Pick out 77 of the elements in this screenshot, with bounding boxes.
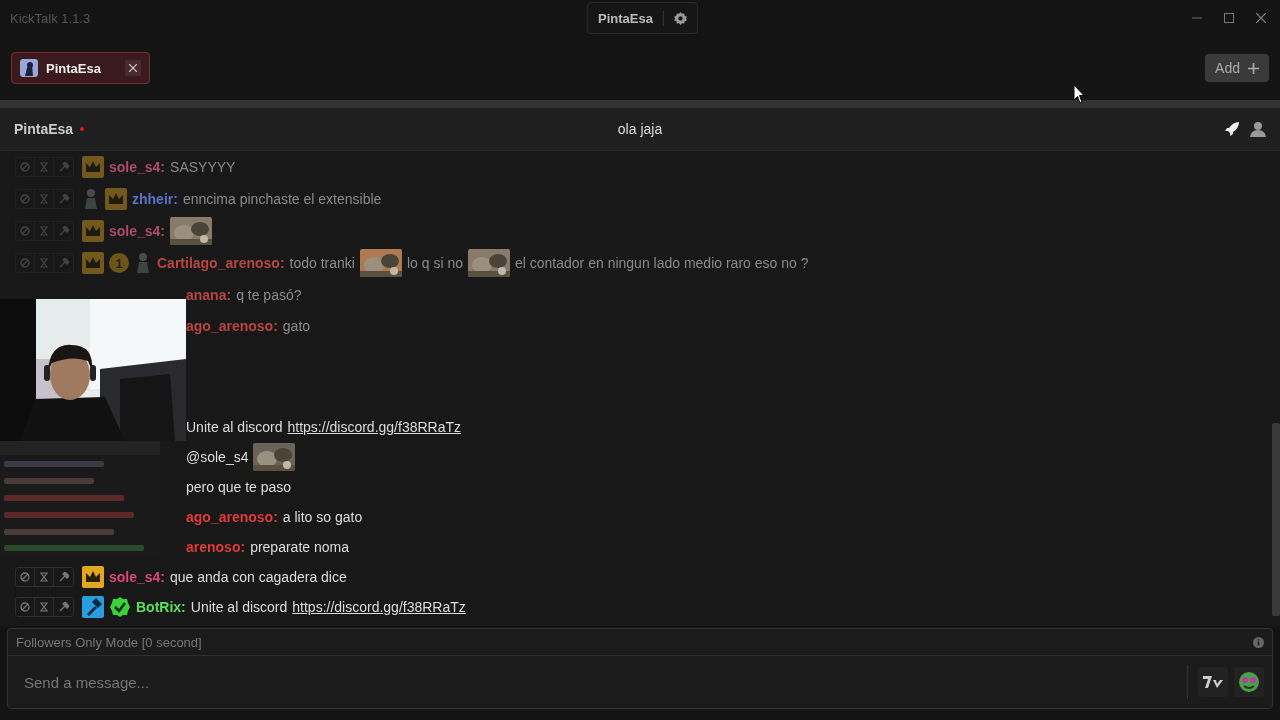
message-text: Unite al discord <box>186 419 283 435</box>
message-text: el contador en ningun lado medio raro eso no ? <box>515 255 809 271</box>
message-text: todo tranki <box>289 255 355 271</box>
crown-icon <box>82 252 104 274</box>
close-icon <box>129 64 137 72</box>
hourglass-icon <box>40 194 48 204</box>
info-icon[interactable] <box>1253 636 1264 648</box>
emoji-icon <box>1238 671 1260 693</box>
chat-mode-text: Followers Only Mode [0 second] <box>16 634 202 650</box>
hammer-icon <box>58 258 69 268</box>
message-link[interactable]: https://discord.gg/f38RRaTz <box>292 599 466 615</box>
username[interactable]: sole_s4: <box>109 223 166 239</box>
username[interactable]: ago_arenoso: <box>186 509 278 525</box>
message-link[interactable]: https://discord.gg/f38RRaTz <box>287 419 462 435</box>
ban-icon <box>20 162 30 172</box>
message-text: q te pasó? <box>236 286 302 303</box>
avatar-icon <box>20 59 38 77</box>
emote-logo-icon <box>1202 674 1224 690</box>
crown-icon <box>82 566 104 588</box>
message-text: @sole_s4 <box>186 449 249 465</box>
ban-icon <box>20 258 30 268</box>
message-text: enncima pinchaste el extensible <box>182 191 382 207</box>
emote-menu-button[interactable] <box>1198 667 1228 697</box>
channel-name: PintaEsa <box>14 121 74 137</box>
user-icon[interactable] <box>1250 121 1266 137</box>
hammer-icon <box>58 226 69 236</box>
close-tab-button[interactable] <box>125 60 141 76</box>
hammer-icon <box>58 572 69 582</box>
plus-icon <box>1248 62 1259 74</box>
ban-icon <box>20 226 30 236</box>
figure-icon <box>82 188 100 210</box>
message-text: que anda con cagadera dice <box>170 569 347 585</box>
hourglass-icon <box>40 258 48 268</box>
scrollbar[interactable] <box>1272 423 1280 616</box>
app-title: KickTalk 1.1.3 <box>10 10 91 26</box>
crown-icon <box>105 188 127 210</box>
ban-icon <box>20 194 30 204</box>
add-button[interactable]: Add <box>1205 54 1269 82</box>
username[interactable]: arenoso: <box>186 539 246 555</box>
settings-icon[interactable] <box>673 11 687 25</box>
message-text: Unite al discord <box>190 599 288 615</box>
username[interactable]: zhheir: <box>132 191 178 207</box>
message-text: preparate noma <box>250 539 349 555</box>
hourglass-icon <box>40 226 48 236</box>
username[interactable]: ago_arenoso: <box>186 317 278 334</box>
hammer-icon <box>58 194 69 204</box>
username[interactable]: sole_s4: <box>109 569 166 585</box>
hammer-icon <box>58 162 69 172</box>
message-text: a lito so gato <box>282 509 363 525</box>
username[interactable]: BotRix: <box>136 599 186 615</box>
mouse-pointer-icon <box>1073 84 1085 104</box>
verified-icon <box>109 596 131 618</box>
close-icon[interactable] <box>1256 13 1266 23</box>
hourglass-icon <box>40 162 48 172</box>
message-text: pero que te paso <box>186 479 292 495</box>
message-text: gato <box>282 317 311 334</box>
message-text: SASYYYY <box>170 159 236 175</box>
username[interactable]: anana: <box>186 286 232 303</box>
hourglass-icon <box>40 572 48 582</box>
username[interactable]: sole_s4: <box>109 159 166 175</box>
crown-icon <box>82 220 104 242</box>
crown-icon <box>82 156 104 178</box>
hammer-icon <box>58 602 69 612</box>
ban-icon <box>20 572 30 582</box>
message-input[interactable]: Send a message... <box>22 672 1187 692</box>
stream-title: ola jaja <box>617 121 663 137</box>
subscriber-badge: 1 <box>109 253 129 273</box>
message-text: lo q si no <box>406 255 463 271</box>
username[interactable]: Cartilago_arenoso: <box>157 255 285 271</box>
rocket-icon[interactable] <box>1224 121 1240 137</box>
channel-tab[interactable]: PintaEsa <box>11 52 150 84</box>
hourglass-icon <box>40 602 48 612</box>
hammer-icon <box>82 596 104 618</box>
maximize-icon[interactable] <box>1224 13 1234 23</box>
emoji-button[interactable] <box>1234 667 1264 697</box>
ban-icon <box>20 602 30 612</box>
figure-icon <box>134 252 152 274</box>
